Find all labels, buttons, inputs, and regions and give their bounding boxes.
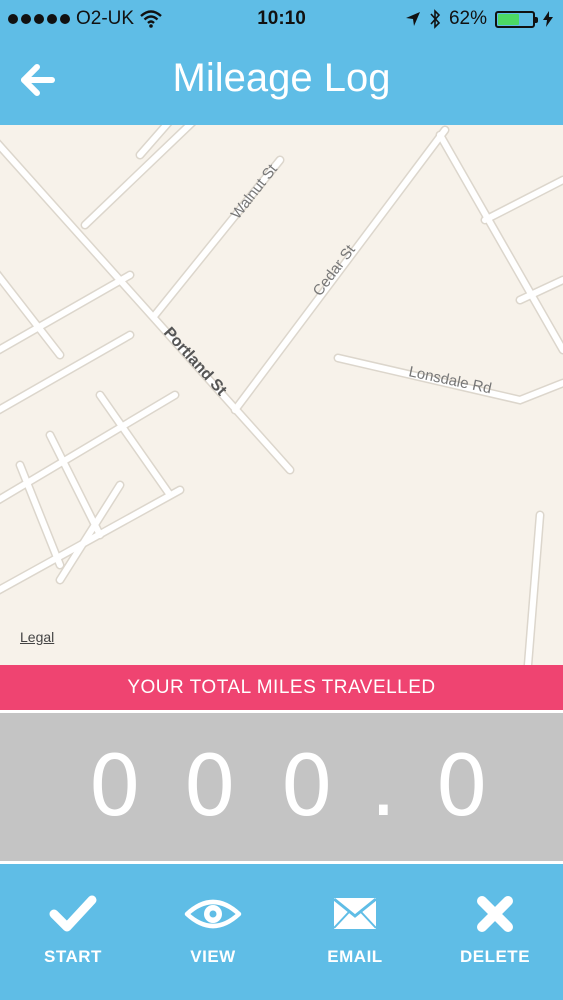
view-label: VIEW [190, 947, 236, 966]
view-button[interactable]: VIEW [143, 864, 283, 1000]
envelope-icon [333, 897, 377, 929]
bluetooth-icon [430, 9, 441, 29]
map-roads: Walnut St Portland St Cedar St Lonsdale … [0, 125, 563, 665]
battery-percent: 62% [448, 8, 487, 29]
charging-bolt-icon [543, 11, 553, 27]
map-legal-link[interactable]: Legal [20, 629, 54, 645]
total-miles-banner: YOUR TOTAL MILES TRAVELLED [0, 665, 563, 710]
street-label-portland: Portland St [160, 324, 230, 399]
email-button[interactable]: EMAIL [285, 864, 425, 1000]
battery-tip [535, 16, 538, 23]
street-label-cedar: Cedar St [310, 241, 360, 299]
odometer-decimal-point: . [370, 737, 397, 835]
bottom-toolbar: START VIEW EMAIL DELETE [0, 864, 563, 1000]
status-right: 62% [405, 8, 553, 30]
odometer-digit: 0 [88, 737, 142, 835]
delete-button[interactable]: DELETE [425, 864, 563, 1000]
map-view[interactable]: Walnut St Portland St Cedar St Lonsdale … [0, 125, 563, 665]
x-icon [477, 896, 513, 932]
status-bar: O2-UK 10:10 62% [0, 0, 563, 38]
location-arrow-icon [405, 12, 420, 26]
battery-fill [498, 13, 520, 25]
odometer-digit: 0 [435, 737, 489, 835]
start-button[interactable]: START [3, 864, 143, 1000]
email-label: EMAIL [327, 947, 383, 966]
checkmark-icon [49, 895, 97, 932]
odometer-digit: 0 [183, 737, 237, 835]
eye-icon [184, 899, 242, 929]
odometer-digit: 0 [280, 737, 334, 835]
start-label: START [44, 947, 102, 966]
odometer-display: 0 0 0 . 0 [0, 713, 563, 861]
page-title: Mileage Log [172, 56, 391, 100]
battery-icon [495, 10, 538, 28]
street-label-walnut: Walnut St [228, 161, 282, 223]
nav-bar: Mileage Log [0, 38, 563, 125]
street-label-lonsdale: Lonsdale Rd [407, 363, 493, 397]
delete-label: DELETE [459, 947, 531, 966]
